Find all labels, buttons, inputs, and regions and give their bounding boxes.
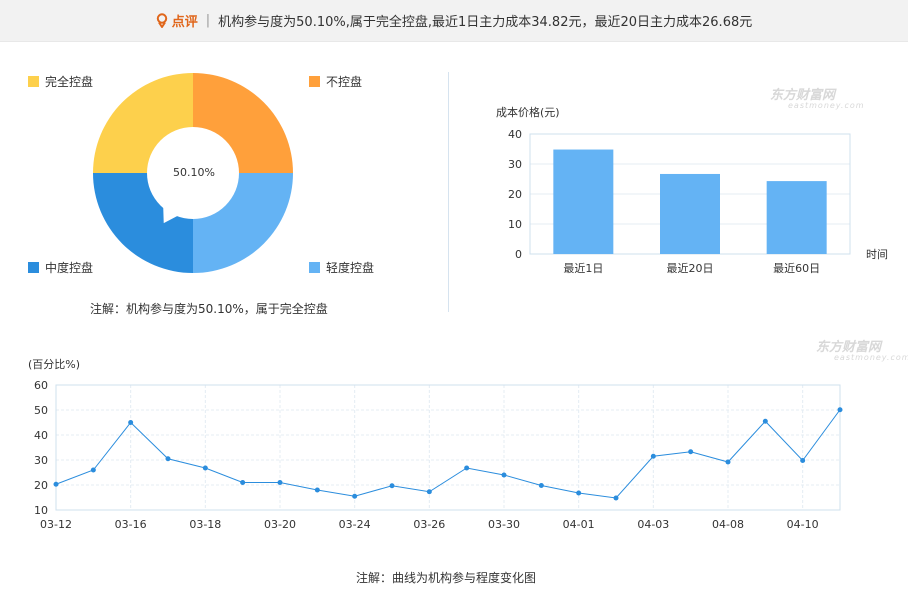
legend-label: 轻度控盘 bbox=[326, 261, 375, 275]
line-point bbox=[352, 493, 358, 499]
line-point bbox=[165, 456, 171, 462]
bar bbox=[660, 173, 720, 254]
legend-swatch bbox=[28, 76, 39, 87]
line-point bbox=[277, 480, 283, 485]
line-y-tick-label: 30 bbox=[34, 454, 48, 467]
donut-center-label: 50.10% bbox=[173, 166, 215, 179]
line-x-tick-label: 03-24 bbox=[339, 518, 371, 531]
bar bbox=[553, 149, 614, 254]
line-x-tick-label: 03-30 bbox=[488, 518, 520, 531]
line-y-tick-label: 10 bbox=[34, 504, 48, 517]
line-point bbox=[538, 483, 544, 488]
line-point bbox=[202, 465, 208, 471]
line-x-tick-label: 03-20 bbox=[264, 518, 296, 531]
location-pin-icon bbox=[156, 13, 167, 28]
bar-y-tick-label: 20 bbox=[508, 188, 522, 201]
line-point bbox=[389, 483, 395, 489]
line-y-tick-label: 50 bbox=[34, 404, 48, 417]
legend-swatch bbox=[309, 262, 320, 273]
line-x-tick-label: 03-26 bbox=[413, 518, 445, 531]
bar-x-tick-label: 最近1日 bbox=[563, 262, 603, 275]
line-point bbox=[464, 465, 470, 471]
line-y-axis-label: (百分比%) bbox=[28, 358, 80, 371]
line-point bbox=[613, 495, 619, 501]
legend-item-no-control: 不控盘 bbox=[309, 73, 362, 90]
line-point bbox=[576, 490, 582, 496]
legend-swatch bbox=[28, 262, 39, 273]
bar-x-tick-label: 最近20日 bbox=[667, 262, 714, 275]
line-point bbox=[800, 458, 806, 463]
summary-header: 点评 | 机构参与度为50.10%,属于完全控盘,最近1日主力成本34.82元，… bbox=[0, 0, 908, 42]
line-x-tick-label: 04-01 bbox=[563, 518, 595, 531]
line-point bbox=[725, 459, 731, 465]
panel-divider bbox=[448, 72, 449, 312]
legend-item-medium-control: 中度控盘 bbox=[28, 259, 93, 276]
legend-label: 中度控盘 bbox=[45, 261, 94, 275]
comment-tag: 点评 bbox=[156, 11, 198, 30]
line-y-tick-label: 60 bbox=[34, 379, 48, 392]
legend-item-full-control: 完全控盘 bbox=[28, 73, 93, 90]
line-chart-note: 注解：曲线为机构参与程度变化图 bbox=[356, 571, 537, 585]
line-point bbox=[426, 489, 432, 495]
bar bbox=[766, 181, 827, 254]
line-point bbox=[650, 453, 656, 459]
line-point bbox=[53, 481, 59, 487]
line-y-tick-label: 40 bbox=[34, 429, 48, 442]
line-point bbox=[240, 480, 246, 485]
summary-text: 机构参与度为50.10%,属于完全控盘,最近1日主力成本34.82元，最近20日… bbox=[218, 15, 753, 30]
line-point bbox=[688, 449, 694, 455]
line-x-tick-label: 03-12 bbox=[40, 518, 72, 531]
bar-y-axis-label: 成本价格(元) bbox=[496, 105, 560, 119]
line-point bbox=[837, 407, 843, 413]
comment-tag-label: 点评 bbox=[171, 15, 198, 30]
line-x-tick-label: 04-10 bbox=[787, 518, 819, 531]
bar-x-tick-label: 最近60日 bbox=[773, 262, 820, 275]
line-x-tick-label: 03-18 bbox=[189, 518, 221, 531]
line-x-tick-label: 04-08 bbox=[712, 518, 744, 531]
line-point bbox=[314, 487, 320, 493]
participation-line-chart: (百分比%) 10 20 30 40 50 60 03-12 03-16 03-18 03-20 03… bbox=[28, 358, 843, 531]
legend-label: 完全控盘 bbox=[45, 75, 94, 89]
bar-y-tick-label: 0 bbox=[515, 248, 522, 261]
legend-label: 不控盘 bbox=[326, 75, 363, 89]
line-x-tick-label: 03-16 bbox=[115, 518, 147, 531]
line-y-tick-label: 20 bbox=[34, 479, 48, 492]
bar-x-axis-label: 时间 bbox=[866, 248, 888, 261]
line-point bbox=[762, 418, 768, 424]
line-point bbox=[128, 420, 134, 425]
donut-note: 注解：机构参与度为50.10%，属于完全控盘 bbox=[90, 302, 328, 316]
participation-donut-chart: 50.10% bbox=[93, 73, 293, 273]
line-x-tick-label: 04-03 bbox=[637, 518, 669, 531]
line-point bbox=[501, 472, 507, 478]
cost-bar-chart: 成本价格(元) 0 10 20 30 40 最近1日 最近20日 最近60日 时间 bbox=[496, 105, 888, 275]
bar-y-tick-label: 40 bbox=[508, 128, 522, 141]
header-separator: | bbox=[205, 13, 211, 28]
bar-y-tick-label: 30 bbox=[508, 158, 522, 171]
bar-y-tick-label: 10 bbox=[508, 218, 522, 231]
legend-item-light-control: 轻度控盘 bbox=[309, 259, 374, 276]
line-plot-frame bbox=[55, 384, 841, 511]
line-point bbox=[90, 467, 96, 473]
legend-swatch bbox=[309, 76, 320, 87]
